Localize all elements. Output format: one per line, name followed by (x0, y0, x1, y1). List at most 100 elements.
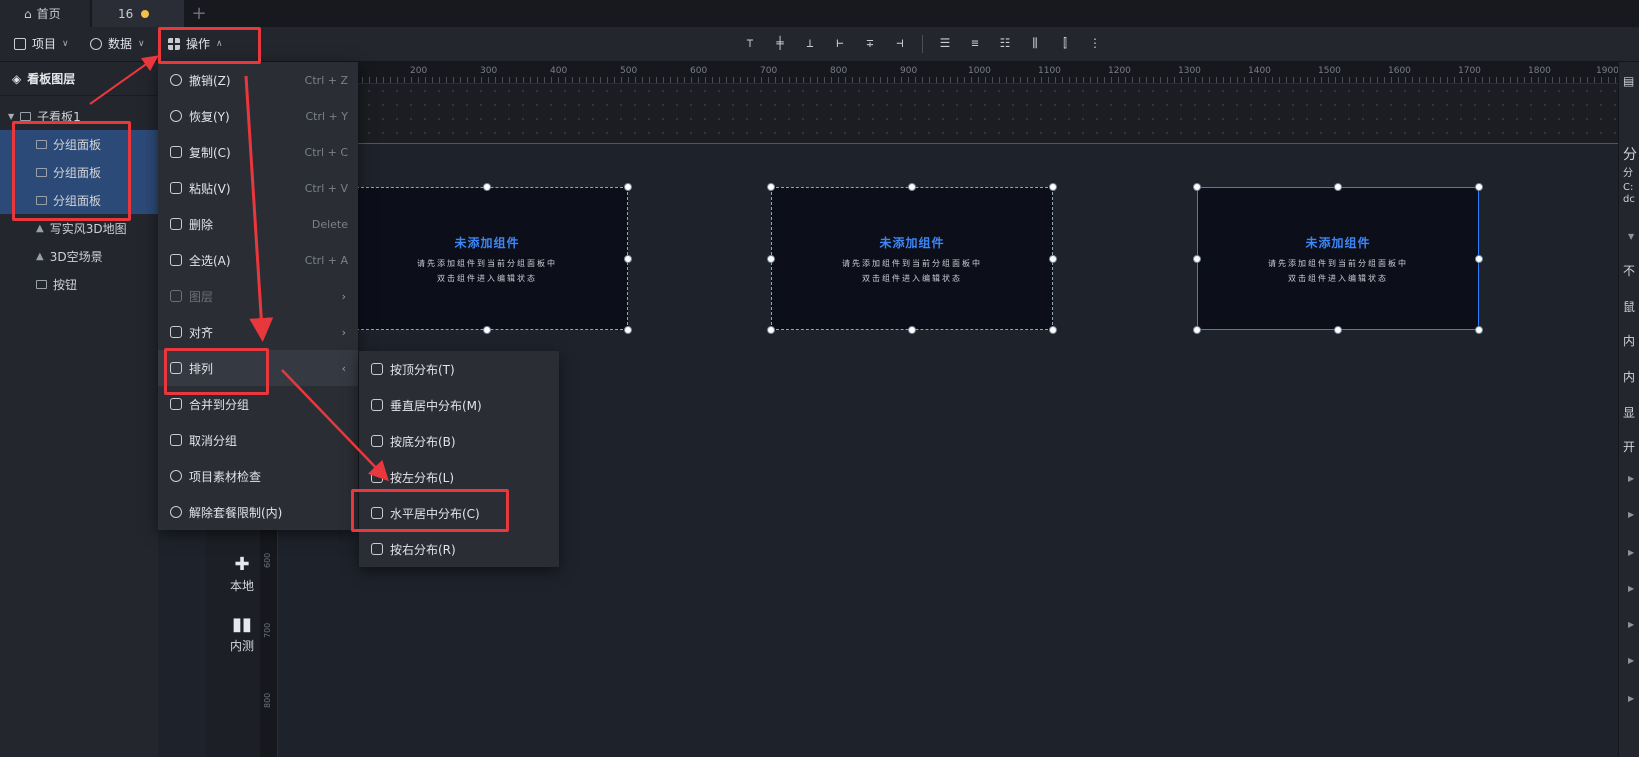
resize-handle[interactable] (1049, 254, 1057, 263)
layer-item[interactable]: 分组面板 (0, 158, 158, 186)
distribute-vcenter-icon[interactable]: ≡ (967, 35, 983, 51)
expand-icon[interactable]: ▶ (1628, 548, 1634, 557)
check-circle-icon (170, 470, 182, 482)
menu-item-delete[interactable]: 删除 Delete (158, 206, 358, 242)
ruler-label: 1400 (1248, 66, 1271, 76)
submenu-item-label: 垂直居中分布(M) (390, 398, 482, 413)
expand-icon[interactable]: ▶ (1628, 694, 1634, 703)
resize-handle[interactable] (767, 254, 775, 263)
resize-handle[interactable] (1475, 183, 1483, 191)
submenu-item-label: 水平居中分布(C) (390, 506, 480, 521)
panel-icon[interactable]: ▤ (1623, 74, 1634, 88)
menu-shortcut: Ctrl + C (304, 145, 348, 159)
layers-panel: ◈ 看板图层 ▼ 子看板1 分组面板 分组面板 分组面板 ▲ 写实风3D地图 ▲… (0, 62, 158, 757)
layer-item[interactable]: ▲ 写实风3D地图 (0, 214, 158, 242)
panel-empty-hint: 请先添加组件到当前分组面板中 (417, 259, 557, 268)
menu-item-arrange[interactable]: 排列 ‹ (158, 350, 358, 386)
resize-handle[interactable] (1475, 326, 1483, 334)
submenu-item-label: 按顶分布(T) (390, 362, 455, 377)
resize-handle[interactable] (1475, 254, 1483, 263)
submenu-item-distribute-left[interactable]: 按左分布(L) (359, 459, 559, 495)
group-panel-selected[interactable]: 未添加组件 请先添加组件到当前分组面板中 双击组件进入编辑状态 (1197, 187, 1479, 330)
distribute-left-icon[interactable]: ⫼ (1027, 35, 1043, 51)
align-hcenter-icon[interactable]: ∓ (862, 35, 878, 51)
resize-handle[interactable] (624, 254, 632, 263)
align-vcenter-icon[interactable]: ╪ (772, 35, 788, 51)
menu-item-undo[interactable]: 撤销(Z) Ctrl + Z (158, 62, 358, 98)
resize-handle[interactable] (1049, 183, 1057, 191)
distribute-bottom-icon[interactable]: ☷ (997, 35, 1013, 51)
layer-item-label: 分组面板 (53, 193, 102, 208)
resize-handle[interactable] (1193, 326, 1201, 334)
board-icon (20, 111, 32, 121)
distribute-top-icon[interactable]: ☰ (937, 35, 953, 51)
menu-item-unlock-plan[interactable]: 解除套餐限制(内) (158, 494, 358, 530)
submenu-item-distribute-hcenter[interactable]: 水平居中分布(C) (359, 495, 559, 531)
menu-item-layer[interactable]: 图层 › (158, 278, 358, 314)
resize-handle[interactable] (483, 183, 491, 191)
project-menu-button[interactable]: 项目 ∨ (14, 35, 69, 52)
layer-item[interactable]: ▲ 3D空场景 (0, 242, 158, 270)
project-menu-label: 项目 (32, 37, 57, 51)
align-right-icon[interactable]: ⊣ (892, 35, 908, 51)
align-top-icon[interactable]: ⊤ (742, 35, 758, 51)
resize-handle[interactable] (624, 326, 632, 334)
resize-handle[interactable] (624, 183, 632, 191)
resize-handle[interactable] (767, 326, 775, 334)
layer-root[interactable]: ▼ 子看板1 (0, 102, 158, 130)
distribute-vcenter-icon (371, 399, 383, 411)
distribute-hcenter-icon (371, 507, 383, 519)
layer-item[interactable]: 按钮 (0, 270, 158, 298)
menu-item-align[interactable]: 对齐 › (158, 314, 358, 350)
menu-item-asset-check[interactable]: 项目素材检查 (158, 458, 358, 494)
tab-document[interactable]: 16 (92, 0, 184, 27)
expand-icon[interactable]: ▶ (1628, 656, 1634, 665)
distribute-right-icon[interactable]: ⋮ (1087, 35, 1103, 51)
resize-handle[interactable] (483, 326, 491, 334)
collapse-icon[interactable]: ▼ (1628, 232, 1634, 241)
submenu-item-distribute-top[interactable]: 按顶分布(T) (359, 351, 559, 387)
tab-home-label: 首页 (36, 7, 61, 21)
tab-home[interactable]: ⌂ 首页 (0, 0, 90, 27)
panel-empty-hint: 请先添加组件到当前分组面板中 (1268, 259, 1408, 268)
group-panel[interactable]: 未添加组件 请先添加组件到当前分组面板中 双击组件进入编辑状态 (771, 187, 1053, 330)
menu-item-merge-group[interactable]: 合并到分组 (158, 386, 358, 422)
expand-icon[interactable]: ▶ (1628, 620, 1634, 629)
resize-handle[interactable] (1193, 254, 1201, 263)
menu-item-label: 复制(C) (189, 145, 231, 160)
canvas-outside-area (278, 84, 1618, 143)
resize-handle[interactable] (767, 183, 775, 191)
resize-handle[interactable] (1334, 183, 1342, 191)
operate-menu-button[interactable]: 操作 ∧ (168, 35, 223, 52)
menu-item-select-all[interactable]: 全选(A) Ctrl + A (158, 242, 358, 278)
align-left-icon[interactable]: ⊢ (832, 35, 848, 51)
expand-icon[interactable]: ▶ (1628, 510, 1634, 519)
group-panel[interactable]: 未添加组件 请先添加组件到当前分组面板中 双击组件进入编辑状态 (346, 187, 628, 330)
resize-handle[interactable] (1049, 326, 1057, 334)
distribute-hcenter-icon[interactable]: ⫿ (1057, 35, 1073, 51)
menu-item-ungroup[interactable]: 取消分组 (158, 422, 358, 458)
menu-item-redo[interactable]: 恢复(Y) Ctrl + Y (158, 98, 358, 134)
add-tab-button[interactable]: + (184, 0, 214, 27)
resize-handle[interactable] (1193, 183, 1201, 191)
resize-handle[interactable] (1334, 326, 1342, 334)
submenu-item-distribute-bottom[interactable]: 按底分布(B) (359, 423, 559, 459)
panel-empty-hint: 请先添加组件到当前分组面板中 (842, 259, 982, 268)
resize-handle[interactable] (908, 183, 916, 191)
layer-item[interactable]: 分组面板 (0, 130, 158, 158)
layer-item[interactable]: 分组面板 (0, 186, 158, 214)
unsaved-dot-icon (141, 9, 150, 18)
toolbar: 项目 ∨ 数据 ∨ 操作 ∧ ⊤ ╪ ⊥ ⊢ ∓ ⊣ ☰ ≡ ☷ ⫼ ⫿ ⋮ (0, 27, 1639, 62)
submenu-item-distribute-right[interactable]: 按右分布(R) (359, 531, 559, 567)
menu-item-copy[interactable]: 复制(C) Ctrl + C (158, 134, 358, 170)
layer-item-label: 分组面板 (53, 137, 102, 152)
menu-item-paste[interactable]: 粘贴(V) Ctrl + V (158, 170, 358, 206)
submenu-item-distribute-vcenter[interactable]: 垂直居中分布(M) (359, 387, 559, 423)
expand-icon[interactable]: ▶ (1628, 474, 1634, 483)
data-menu-button[interactable]: 数据 ∨ (90, 35, 145, 52)
chevron-right-icon: › (341, 325, 346, 339)
resize-handle[interactable] (908, 326, 916, 334)
align-bottom-icon[interactable]: ⊥ (802, 35, 818, 51)
expand-icon[interactable]: ▶ (1628, 584, 1634, 593)
ruler-label: 1100 (1038, 66, 1061, 76)
